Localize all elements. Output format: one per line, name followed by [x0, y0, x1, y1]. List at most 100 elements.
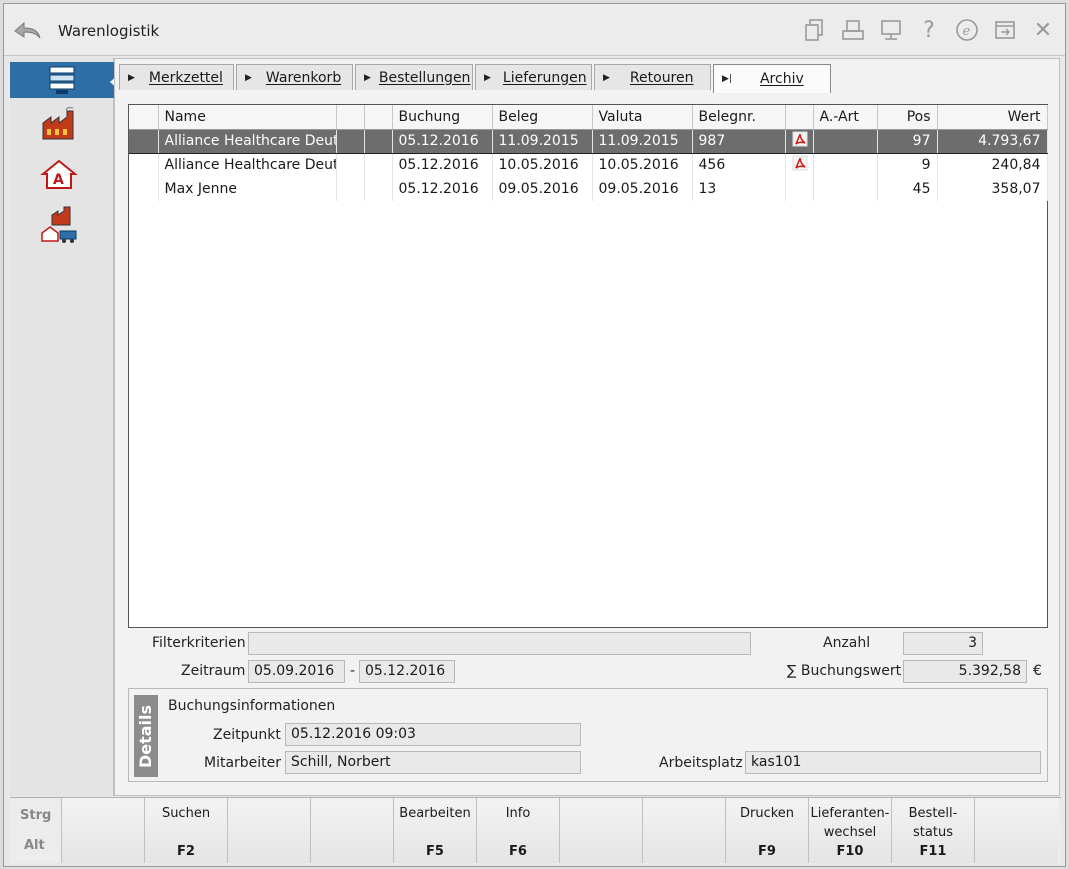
- factory-icon: [42, 107, 74, 140]
- arbeitsplatz-field: kas101: [745, 751, 1041, 774]
- table-row[interactable]: Max Jenne 05.12.2016 09.05.2016 09.05.20…: [129, 177, 1048, 201]
- main-panel: ▶ Merkzettel ▶ Warenkorb ▶ Bestellungen ▶ Li…: [114, 58, 1060, 796]
- cell-belegnr: 13: [692, 177, 786, 201]
- zeitpunkt-label: Zeitpunkt: [213, 727, 281, 743]
- mitarbeiter-field: Schill, Norbert: [285, 751, 581, 774]
- cell-name: Max Jenne: [158, 177, 337, 201]
- cell-buchung: 05.12.2016: [392, 128, 493, 154]
- cell-name: Alliance Healthcare Deutsc: [158, 128, 337, 154]
- details-heading: Buchungsinformationen: [168, 698, 336, 714]
- column-header-blank-1[interactable]: [336, 105, 365, 130]
- cell-pdf[interactable]: [785, 153, 814, 177]
- function-key-f1[interactable]: [62, 798, 145, 863]
- tab-arrow-icon: ▶: [128, 72, 135, 83]
- pdf-icon[interactable]: [792, 155, 808, 171]
- anzahl-field: 3: [903, 632, 983, 655]
- drucken-button[interactable]: Drucken F9: [726, 798, 809, 863]
- title-toolbar: ? e ✕: [801, 16, 1057, 44]
- cell-beleg: 10.05.2016: [492, 153, 593, 177]
- strg-label[interactable]: Strg: [20, 808, 51, 823]
- details-tag[interactable]: Details: [134, 695, 158, 777]
- cell-valuta: 10.05.2016: [592, 153, 693, 177]
- cell-blank: [336, 177, 365, 201]
- copy-document-icon[interactable]: [801, 16, 829, 44]
- tab-arrow-bar-icon: ▶|: [722, 74, 732, 84]
- sidebar-item-supplier-delivery[interactable]: [32, 204, 86, 244]
- cell-pdf: [785, 177, 814, 201]
- tab-lieferungen[interactable]: ▶ Lieferungen: [475, 64, 592, 90]
- zeitpunkt-field: 05.12.2016 09:03: [285, 723, 581, 746]
- column-header-buchung[interactable]: Buchung: [392, 105, 493, 130]
- bestellstatus-button[interactable]: Bestell- status F11: [892, 798, 975, 863]
- cell-wert: 4.793,67: [937, 128, 1048, 154]
- cell-buchung: 05.12.2016: [392, 153, 493, 177]
- cell-a-art: [813, 128, 878, 154]
- cell-blank: [364, 177, 393, 201]
- help-icon[interactable]: ?: [915, 16, 943, 44]
- column-header-belegnr[interactable]: Belegnr.: [692, 105, 786, 130]
- info-button[interactable]: Info F6: [477, 798, 560, 863]
- function-key-f12[interactable]: [975, 798, 1058, 863]
- tab-arrow-icon: ▶: [245, 72, 252, 83]
- cell-a-art: [813, 177, 878, 201]
- pharmacy-house-icon: A: [40, 159, 78, 189]
- table-header-row: Name Buchung Beleg Valuta Belegnr. A.-Ar…: [129, 105, 1048, 130]
- sidebar-item-factory[interactable]: [32, 104, 86, 144]
- monitor-icon[interactable]: [877, 16, 905, 44]
- table-row[interactable]: Alliance Healthcare Deutsc 05.12.2016 11…: [129, 128, 1048, 154]
- cell-blank: [336, 153, 365, 177]
- cell-beleg: 11.09.2015: [492, 128, 593, 154]
- function-key-f8[interactable]: [643, 798, 726, 863]
- column-header-blank-2[interactable]: [364, 105, 393, 130]
- back-arrow-icon[interactable]: [12, 18, 44, 44]
- filterkriterien-field[interactable]: [248, 632, 751, 655]
- pdf-icon[interactable]: [792, 131, 808, 147]
- zeitraum-from-field[interactable]: 05.09.2016: [248, 660, 345, 683]
- column-header-pos[interactable]: Pos: [877, 105, 938, 130]
- row-indicator: [129, 153, 159, 177]
- suchen-button[interactable]: Suchen F2: [145, 798, 228, 863]
- buchungswert-field: 5.392,58: [903, 660, 1027, 683]
- column-header-valuta[interactable]: Valuta: [592, 105, 693, 130]
- column-header-a-art[interactable]: A.-Art: [813, 105, 878, 130]
- cell-name: Alliance Healthcare Deutsc: [158, 153, 337, 177]
- column-header-beleg[interactable]: Beleg: [492, 105, 593, 130]
- modifier-keys: Strg Alt: [10, 798, 62, 863]
- cell-pdf[interactable]: [785, 128, 814, 154]
- supplier-truck-icon: [41, 206, 77, 243]
- column-header-wert[interactable]: Wert: [937, 105, 1048, 130]
- sidebar-item-pharmacy[interactable]: A: [32, 154, 86, 194]
- function-key-f3[interactable]: [228, 798, 311, 863]
- details-tag-label: Details: [136, 704, 156, 768]
- buchungswert-label: ∑ Buchungswert: [787, 663, 902, 679]
- sidebar-item-archive[interactable]: [10, 62, 119, 98]
- e-circle-icon[interactable]: e: [953, 16, 981, 44]
- cell-wert: 358,07: [937, 177, 1048, 201]
- tab-archiv[interactable]: ▶| Archiv: [713, 64, 831, 93]
- tab-bestellungen[interactable]: ▶ Bestellungen: [355, 64, 473, 90]
- column-header-name[interactable]: Name: [158, 105, 337, 130]
- column-header-pdf[interactable]: [785, 105, 814, 130]
- cell-valuta: 09.05.2016: [592, 177, 693, 201]
- function-key-f7[interactable]: [560, 798, 643, 863]
- window-switch-icon[interactable]: [991, 16, 1019, 44]
- tab-retouren[interactable]: ▶ Retouren: [594, 64, 711, 90]
- close-icon[interactable]: ✕: [1029, 16, 1057, 44]
- cell-belegnr: 456: [692, 153, 786, 177]
- zeitraum-separator: -: [350, 663, 356, 679]
- tab-merkzettel[interactable]: ▶ Merkzettel: [119, 64, 234, 90]
- svg-text:A: A: [53, 172, 64, 188]
- zeitraum-to-field[interactable]: 05.12.2016: [359, 660, 455, 683]
- alt-label[interactable]: Alt: [24, 838, 45, 853]
- archive-table: Name Buchung Beleg Valuta Belegnr. A.-Ar…: [128, 104, 1048, 628]
- module-sidebar: A: [10, 58, 119, 796]
- printer-icon[interactable]: [839, 16, 867, 44]
- cell-pos: 9: [877, 153, 938, 177]
- function-key-f4[interactable]: [311, 798, 394, 863]
- lieferantenwechsel-button[interactable]: Lieferanten- wechsel F10: [809, 798, 892, 863]
- table-row[interactable]: Alliance Healthcare Deutsc 05.12.2016 10…: [129, 153, 1048, 177]
- mitarbeiter-label: Mitarbeiter: [204, 755, 282, 771]
- tab-arrow-icon: ▶: [364, 72, 371, 83]
- tab-warenkorb[interactable]: ▶ Warenkorb: [236, 64, 353, 90]
- bearbeiten-button[interactable]: Bearbeiten F5: [394, 798, 477, 863]
